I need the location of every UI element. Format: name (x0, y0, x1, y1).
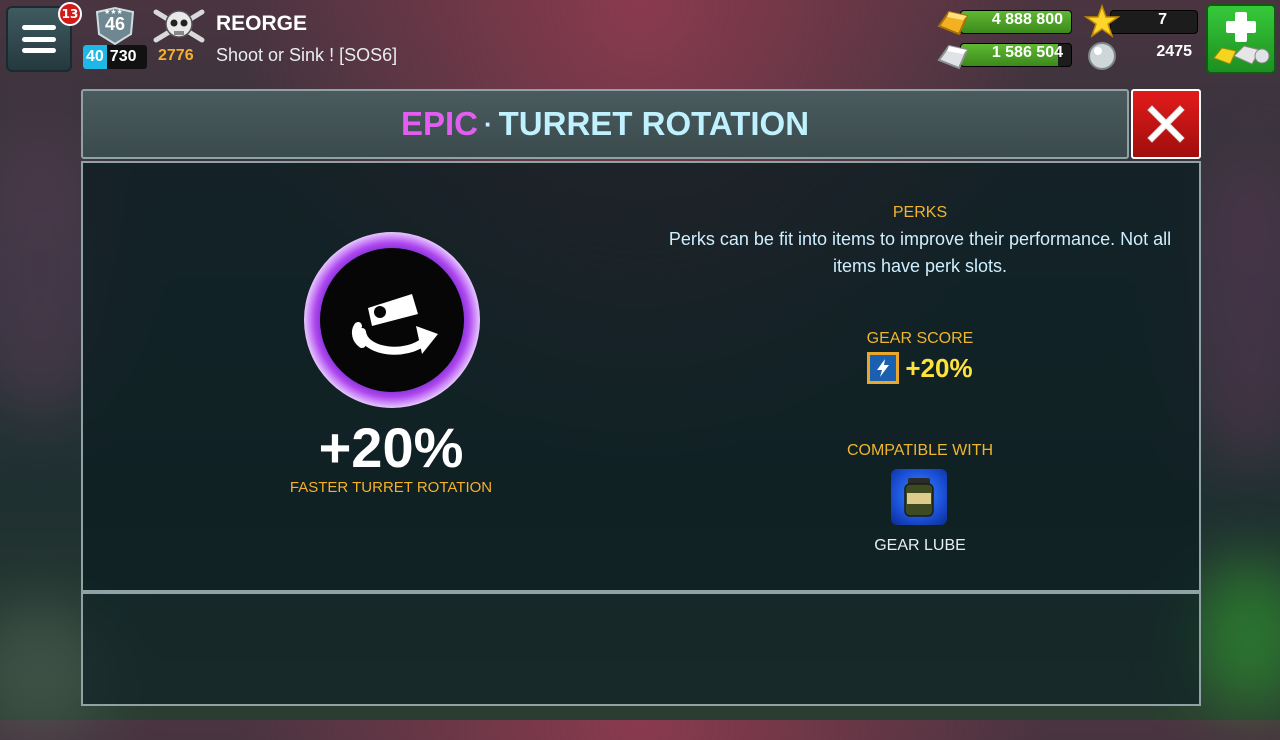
gold-bar-icon (937, 10, 969, 36)
star-icon (1084, 4, 1120, 38)
title-separator: · (483, 108, 493, 139)
silver-amount: 1 586 504 (991, 44, 1063, 61)
notification-badge: 13 (58, 2, 82, 26)
gold-bar[interactable]: 4 888 800 (960, 10, 1072, 34)
silver-bar-icon (937, 44, 969, 70)
pearl-icon (1088, 42, 1116, 70)
gear-score-value: +20% (905, 352, 973, 383)
plus-store-icon (1213, 12, 1270, 65)
gear-lube-jar-icon[interactable] (891, 469, 947, 525)
close-x-icon (1147, 105, 1185, 143)
store-plus-button[interactable] (1206, 4, 1276, 74)
rarity-label: EPIC (400, 105, 478, 142)
turret-rotation-icon (304, 232, 480, 408)
clan-name[interactable]: Shoot or Sink ! [SOS6] (216, 45, 397, 66)
silver-bar[interactable]: 1 586 504 (960, 43, 1072, 67)
star-bar[interactable]: 7 (1110, 10, 1198, 34)
close-button[interactable] (1131, 89, 1201, 159)
compatible-item-name: GEAR LUBE (874, 537, 966, 554)
perks-description: Perks can be fit into items to improve t… (668, 229, 1172, 276)
gear-score-label: GEAR SCORE (866, 330, 974, 347)
xp-level: 40 (83, 45, 107, 69)
perks-label: PERKS (892, 204, 948, 221)
xp-value: 730 (109, 48, 137, 65)
skull-crossbones-icon[interactable] (152, 6, 206, 46)
dialog-title-bar: EPIC · TURRET ROTATION (81, 89, 1129, 159)
pearl-bar[interactable]: 2475 (1110, 43, 1198, 67)
perk-value: +20% (318, 416, 464, 479)
background-blur (1190, 560, 1280, 710)
hamburger-menu-icon (22, 25, 56, 53)
star-amount: 7 (1158, 11, 1167, 28)
dialog-title: TURRET ROTATION (498, 105, 810, 142)
gear-score-icon (867, 352, 900, 384)
perk-effect: FASTER TURRET ROTATION (289, 479, 493, 496)
skull-score: 2776 (158, 47, 194, 64)
pearl-amount: 2475 (1156, 43, 1192, 60)
xp-display: 40 730 (83, 45, 147, 69)
gear-score-row: +20% (640, 352, 1200, 384)
player-level: 46 (104, 14, 126, 34)
gold-amount: 4 888 800 (991, 11, 1063, 28)
compatible-label: COMPATIBLE WITH (846, 442, 994, 459)
bottom-panel (81, 592, 1201, 706)
player-name[interactable]: REORGE (216, 12, 307, 36)
